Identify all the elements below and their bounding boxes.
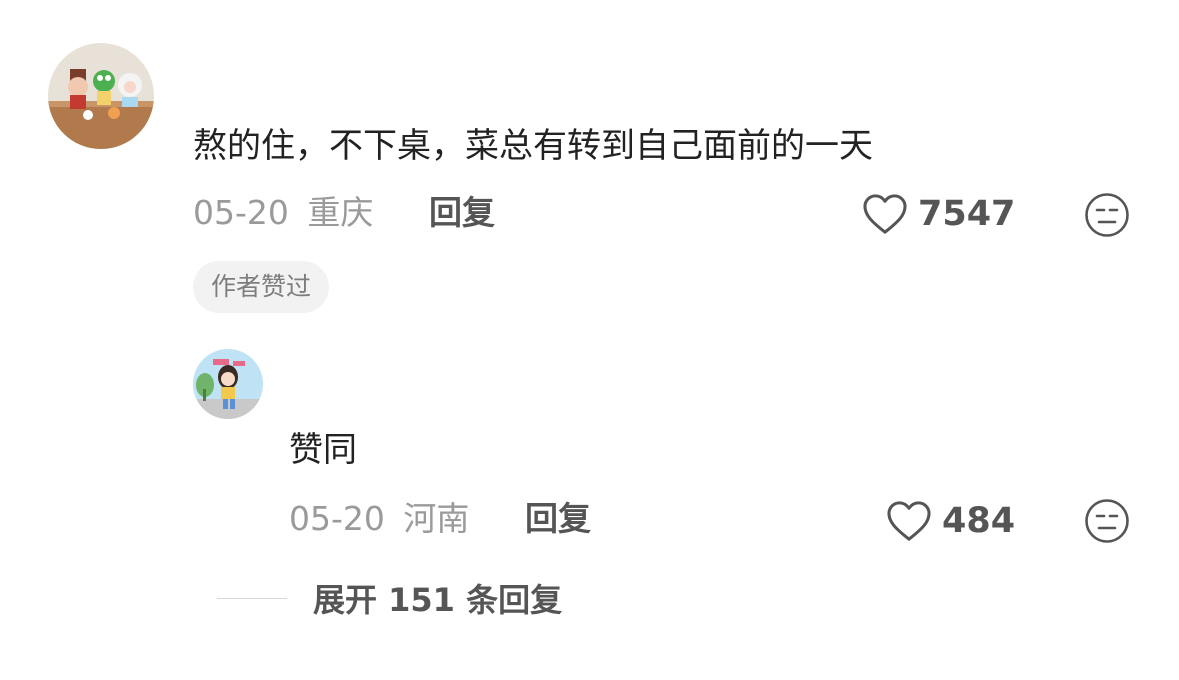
comment-avatar[interactable] [48, 43, 154, 149]
author-liked-badge: 作者赞过 [193, 261, 330, 313]
reply-date: 05-20 [289, 499, 385, 538]
reply-meta: 05-20 河南 [289, 499, 469, 539]
reply-text: 赞同 [289, 430, 357, 470]
reply-like-count: 484 [942, 501, 1016, 541]
comment-like-count: 7547 [918, 194, 1016, 234]
reply-avatar[interactable] [193, 349, 263, 419]
toy-figures-avatar-icon [48, 43, 154, 149]
comment-location: 重庆 [307, 193, 374, 232]
expand-divider [217, 598, 287, 599]
reply-location: 河南 [403, 499, 470, 538]
heart-outline-icon [887, 501, 931, 541]
comment-reply-button[interactable]: 回复 [429, 193, 495, 233]
reply-like-button[interactable]: 484 [886, 500, 1015, 542]
reply-dislike-button[interactable] [1084, 498, 1130, 544]
comment-text: 熬的住，不下桌，菜总有转到自己面前的一天 [193, 126, 873, 166]
heart-outline-icon [863, 194, 907, 234]
reply-reply-button[interactable]: 回复 [525, 499, 591, 539]
cartoon-girl-avatar-icon [193, 349, 263, 419]
unamused-face-icon [1085, 499, 1129, 543]
comment-like-button[interactable]: 7547 [862, 193, 1015, 235]
expand-replies-button[interactable]: 展开 151 条回复 [313, 580, 562, 620]
comment-dislike-button[interactable] [1084, 192, 1130, 238]
unamused-face-icon [1085, 193, 1129, 237]
comment-meta: 05-20 重庆 [193, 193, 373, 233]
comment-date: 05-20 [193, 193, 289, 232]
